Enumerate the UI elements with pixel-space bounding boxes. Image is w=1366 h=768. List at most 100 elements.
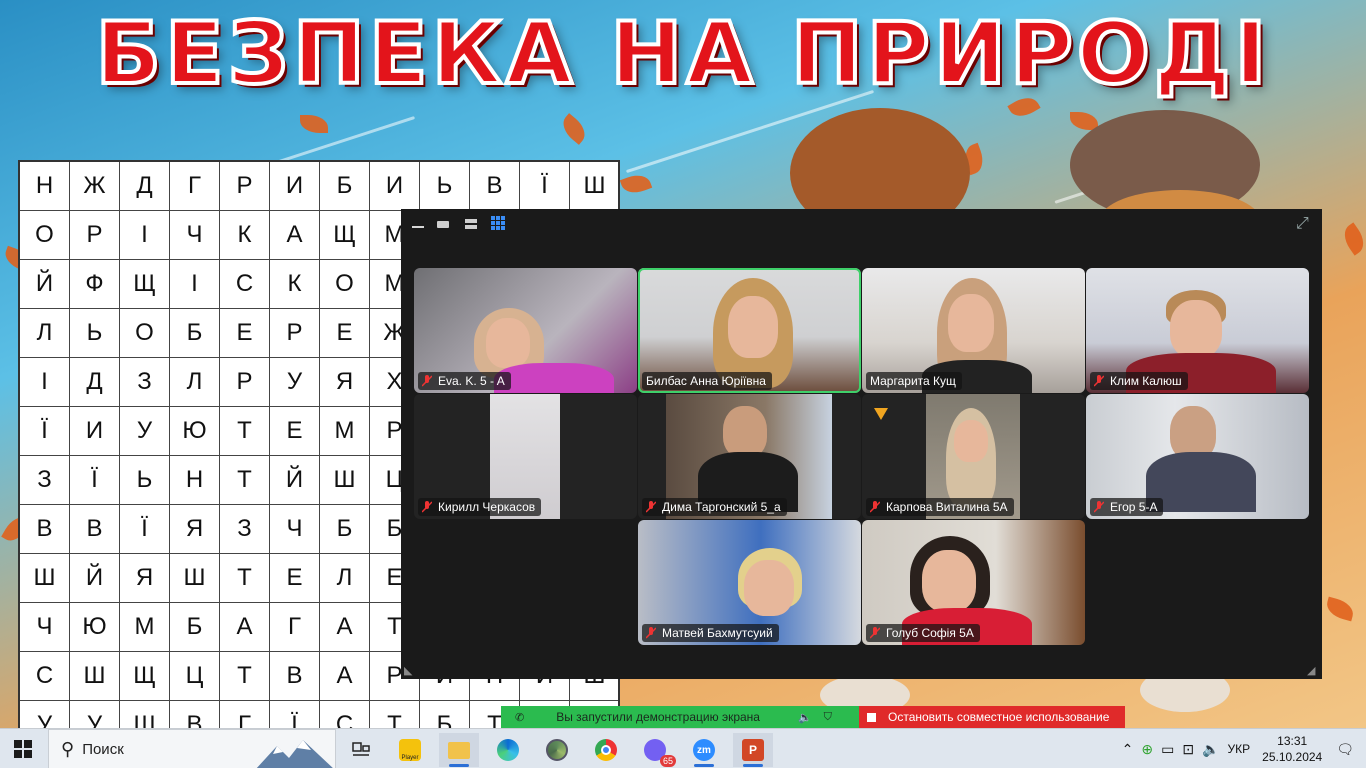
zoom-meeting-window[interactable]: ⤢ Eva. K. 5 - A Билбас Анна Юріївна Марг…: [401, 209, 1322, 679]
muted-mic-icon: [869, 501, 881, 513]
shield-icon: ⛉: [823, 710, 832, 723]
grid-cell: Р: [270, 309, 320, 358]
grid-cell: Р: [70, 211, 120, 260]
speaker-view-icon[interactable]: [435, 218, 451, 230]
grid-cell: У: [20, 701, 70, 728]
grid-cell: Ш: [570, 162, 618, 211]
grid-cell: Ї: [270, 701, 320, 728]
grid-cell: Я: [120, 554, 170, 603]
player-app-icon[interactable]: Player: [390, 733, 430, 767]
participant-tile[interactable]: Дима Таргонский 5_а: [638, 394, 861, 519]
language-indicator[interactable]: УКР: [1228, 742, 1251, 756]
stop-share-button[interactable]: Остановить совместное использование: [859, 706, 1125, 728]
grid-cell: І: [20, 358, 70, 407]
stacked-view-icon[interactable]: [463, 218, 479, 230]
grid-cell: Н: [20, 162, 70, 211]
grid-cell: Ь: [70, 309, 120, 358]
grid-cell: В: [470, 162, 520, 211]
participant-name-tag: Дима Таргонский 5_а: [642, 498, 787, 516]
grid-cell: О: [320, 260, 370, 309]
task-view-icon[interactable]: [341, 733, 381, 767]
grid-cell: В: [70, 505, 120, 554]
grid-cell: Т: [220, 554, 270, 603]
volume-icon[interactable]: 🔈: [1202, 741, 1219, 758]
grid-cell: З: [220, 505, 270, 554]
grid-cell: М: [120, 603, 170, 652]
participant-tile-active-speaker[interactable]: Билбас Анна Юріївна: [638, 268, 861, 393]
participant-name-tag: Билбас Анна Юріївна: [642, 372, 772, 390]
grid-cell: Д: [70, 358, 120, 407]
participant-name-tag: Голуб Софія 5А: [866, 624, 980, 642]
network-icon[interactable]: ⊡: [1182, 741, 1194, 758]
grid-cell: Г: [170, 162, 220, 211]
windows-start-icon[interactable]: [14, 740, 32, 758]
audio-icon[interactable]: 🔈: [798, 711, 812, 724]
grid-cell: Ь: [420, 162, 470, 211]
phone-icon: ✆: [515, 711, 525, 724]
minimize-icon[interactable]: [410, 218, 426, 230]
grid-cell: Т: [220, 456, 270, 505]
file-explorer-icon[interactable]: [439, 733, 479, 767]
grid-cell: І: [120, 211, 170, 260]
edge-icon[interactable]: [488, 733, 528, 767]
grid-cell: З: [20, 456, 70, 505]
zoom-view-toolbar: ⤢: [401, 209, 1322, 239]
grid-cell: Ш: [320, 456, 370, 505]
share-status[interactable]: ✆ Вы запустили демонстрацию экрана 🔈 ⛉: [501, 706, 859, 728]
powerpoint-icon[interactable]: P: [733, 733, 773, 767]
chevron-up-icon[interactable]: ⌃: [1122, 741, 1134, 758]
grid-cell: Ш: [70, 652, 120, 701]
grid-cell: Б: [170, 603, 220, 652]
grid-cell: С: [320, 701, 370, 728]
participant-name-tag: Карпова Виталина 5А: [866, 498, 1014, 516]
participant-tile[interactable]: Егор 5-А: [1086, 394, 1309, 519]
grid-cell: Е: [270, 554, 320, 603]
expand-icon[interactable]: ⤢: [1296, 215, 1316, 233]
grid-cell: И: [370, 162, 420, 211]
zoom-icon[interactable]: zm: [684, 733, 724, 767]
participant-tile[interactable]: Карпова Виталина 5А: [862, 394, 1085, 519]
grid-cell: И: [70, 407, 120, 456]
participant-tile[interactable]: Eva. K. 5 - A: [414, 268, 637, 393]
resize-handle-icon[interactable]: ◢: [1307, 664, 1319, 677]
grid-cell: Д: [120, 162, 170, 211]
grid-cell: Л: [320, 554, 370, 603]
grid-cell: Я: [170, 505, 220, 554]
chrome-alt-icon[interactable]: [537, 733, 577, 767]
taskbar-search[interactable]: ⚲ Поиск: [48, 729, 336, 768]
grid-cell: Н: [170, 456, 220, 505]
battery-icon[interactable]: ▭: [1161, 741, 1174, 758]
participant-tile[interactable]: Кирилл Черкасов: [414, 394, 637, 519]
participant-tile[interactable]: Клим Калюш: [1086, 268, 1309, 393]
muted-mic-icon: [645, 501, 657, 513]
muted-mic-icon: [421, 375, 433, 387]
chrome-icon[interactable]: [586, 733, 626, 767]
grid-cell: Е: [320, 309, 370, 358]
grid-cell: О: [20, 211, 70, 260]
muted-mic-icon: [869, 627, 881, 639]
grid-cell: З: [120, 358, 170, 407]
plus-badge-icon[interactable]: ⊕: [1141, 741, 1153, 758]
grid-cell: Ш: [20, 554, 70, 603]
participant-tile[interactable]: Матвей Бахмутсуий: [638, 520, 861, 645]
clock[interactable]: 13:31 25.10.2024: [1262, 733, 1322, 765]
autumn-leaf-icon: [300, 115, 328, 133]
participant-tile[interactable]: Маргарита Кущ: [862, 268, 1085, 393]
notifications-icon[interactable]: 🗨: [1336, 741, 1354, 758]
share-status-text: Вы запустили демонстрацию экрана: [556, 710, 760, 724]
resize-handle-icon[interactable]: ◣: [404, 664, 416, 677]
grid-cell: А: [320, 603, 370, 652]
viber-icon[interactable]: 65: [635, 733, 676, 767]
gallery-view-icon[interactable]: [491, 216, 505, 230]
grid-cell: Р: [220, 358, 270, 407]
grid-cell: Ю: [70, 603, 120, 652]
participant-tile[interactable]: Голуб Софія 5А: [862, 520, 1085, 645]
participant-video: [723, 406, 767, 458]
grid-cell: Т: [220, 407, 270, 456]
muted-mic-icon: [1093, 375, 1105, 387]
grid-cell: Г: [220, 701, 270, 728]
participant-video: [744, 560, 794, 616]
search-label: Поиск: [82, 740, 124, 758]
participant-name-tag: Егор 5-А: [1090, 498, 1164, 516]
grid-cell: Р: [220, 162, 270, 211]
